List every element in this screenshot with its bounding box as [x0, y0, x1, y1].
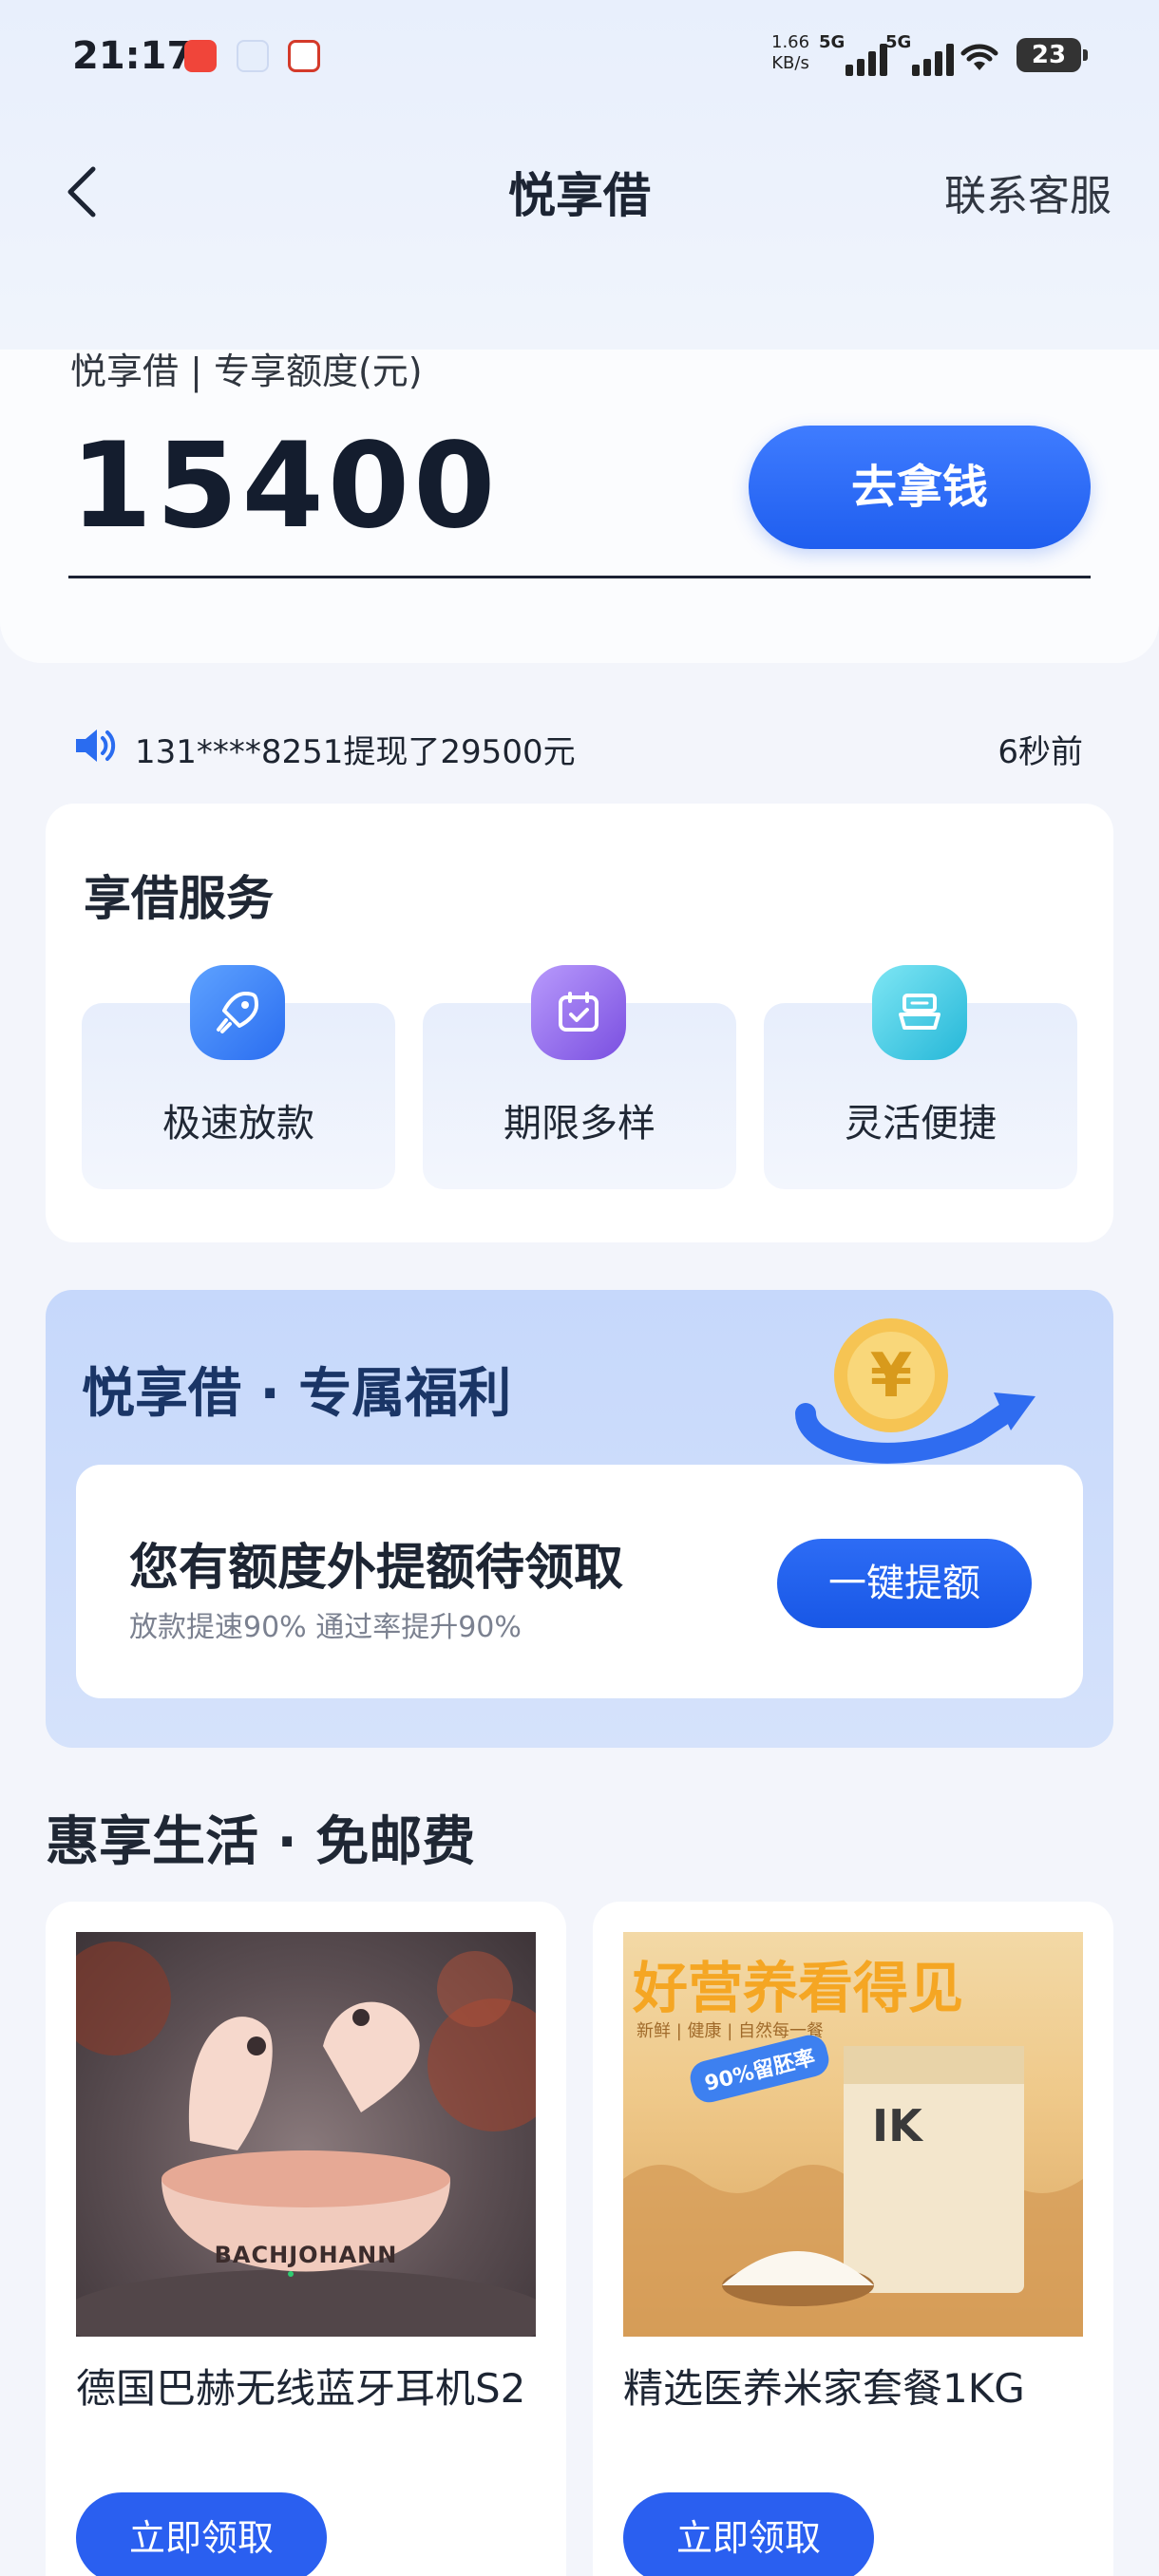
- services-card: 享借服务 极速放款 期限多样 灵活便捷: [46, 804, 1113, 1242]
- benefit-offer-card: 您有额度外提额待领取 放款提速90% 通过率提升90% 一键提额: [76, 1465, 1083, 1698]
- svg-text:¥: ¥: [870, 1341, 913, 1411]
- product-name: 德国巴赫无线蓝牙耳机S2: [76, 2365, 526, 2412]
- claim-button[interactable]: 立即领取: [623, 2492, 874, 2576]
- credit-label: 悦享借 | 专享额度(元): [70, 350, 423, 392]
- raise-limit-button[interactable]: 一键提额: [777, 1539, 1032, 1628]
- withdraw-notice: 131****8251提现了29500元 6秒前: [0, 714, 1159, 781]
- product-image-headline: 好营养看得见: [633, 1956, 964, 2020]
- calendar-icon: [531, 965, 626, 1060]
- speaker-icon: [76, 729, 116, 762]
- credit-section: 悦享借 | 专享额度(元) 15400 去拿钱: [0, 342, 1159, 589]
- wifi-icon: [960, 44, 998, 70]
- header: 悦享借 联系客服: [0, 142, 1159, 237]
- battery-icon: 23: [1016, 38, 1088, 72]
- notice-text: 131****8251提现了29500元: [135, 733, 576, 771]
- claim-button[interactable]: 立即领取: [76, 2492, 327, 2576]
- service-label: 灵活便捷: [845, 1102, 997, 1146]
- service-label: 期限多样: [504, 1102, 656, 1146]
- contact-service-link[interactable]: 联系客服: [944, 161, 1112, 222]
- notification-app-icon: [237, 40, 269, 72]
- credit-amount: 15400: [70, 418, 500, 555]
- product-brand-text: BACHJOHANN: [214, 2242, 398, 2268]
- notification-app-icon: [184, 40, 217, 72]
- stack-icon: [872, 965, 967, 1060]
- rocket-icon: [190, 965, 285, 1060]
- notice-time: 6秒前: [998, 733, 1083, 771]
- product-card[interactable]: IK 好营养看得见 新鲜 | 健康 | 自然每一餐 90%留胚率 精选医养米家套…: [593, 1902, 1113, 2576]
- product-image-rice: IK 好营养看得见 新鲜 | 健康 | 自然每一餐 90%留胚率: [623, 1932, 1083, 2337]
- signal-icon: 5G: [885, 32, 954, 76]
- service-convenient[interactable]: 灵活便捷: [764, 965, 1077, 1189]
- offer-subtitle: 放款提速90% 通过率提升90%: [129, 1611, 522, 1644]
- coin-icon: ¥: [795, 1318, 1036, 1464]
- net-speed: 1.66 KB/s: [771, 32, 810, 73]
- product-name: 精选医养米家套餐1KG: [623, 2365, 1025, 2412]
- status-time: 21:17: [72, 34, 194, 78]
- services-title: 享借服务: [84, 871, 274, 926]
- notification-app-icon: [288, 40, 320, 72]
- service-label: 极速放款: [162, 1102, 314, 1146]
- service-fast-loan[interactable]: 极速放款: [82, 965, 395, 1189]
- status-bar: 21:17 1.66 KB/s 5G 5G 23: [0, 0, 1159, 114]
- product-image-earbuds: BACHJOHANN: [76, 1932, 536, 2337]
- offer-title: 您有额度外提额待领取: [129, 1540, 624, 1597]
- svg-text:IK: IK: [872, 2100, 924, 2151]
- benefits-title: 悦享借 · 专属福利: [82, 1363, 512, 1425]
- benefits-banner: 悦享借 · 专属福利 ¥ 您有额度外提额待领取 放款提速90% 通过率提升90%…: [46, 1290, 1113, 1748]
- signal-icon: 5G: [819, 32, 887, 76]
- life-section-title: 惠享生活 · 免邮费: [46, 1811, 476, 1873]
- divider: [68, 576, 1091, 578]
- service-flexible-term[interactable]: 期限多样: [423, 965, 736, 1189]
- get-money-button[interactable]: 去拿钱: [749, 426, 1091, 549]
- product-card[interactable]: BACHJOHANN 德国巴赫无线蓝牙耳机S2 立即领取: [46, 1902, 566, 2576]
